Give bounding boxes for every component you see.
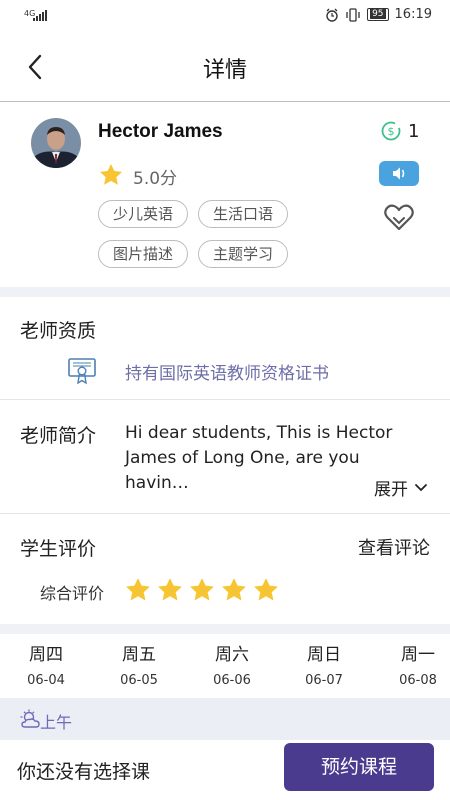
audio-play-button[interactable] [379, 161, 419, 186]
star-icon [190, 578, 214, 601]
star-icon [126, 578, 150, 601]
vibrate-icon [346, 7, 360, 22]
rating-score: 5.0分 [133, 169, 178, 189]
date-tab-friday[interactable]: 周五 06-05 [104, 640, 174, 688]
star-icon [254, 578, 278, 601]
speaker-icon [393, 167, 405, 180]
morning-section: 上午 [0, 698, 450, 740]
period-label: 上午 [40, 713, 73, 732]
teacher-profile: Hector James 5.0分 少儿英语 生活口语 图片描述 主题学习 $ … [0, 103, 450, 287]
book-course-button[interactable]: 预约课程 [284, 743, 434, 791]
selection-status: 你还没有选择课 [17, 761, 151, 783]
status-bar: 4G 95 16:19 [0, 0, 450, 32]
alarm-icon [326, 8, 338, 22]
overall-rating-label: 综合评价 [40, 584, 105, 603]
battery-icon: 95 [367, 8, 389, 21]
certificate-icon [68, 358, 96, 385]
coin-icon: $ [381, 121, 401, 141]
svg-text:$: $ [388, 125, 395, 138]
view-reviews-link[interactable]: 查看评论 [358, 534, 430, 560]
coin-count: 1 [408, 121, 420, 142]
signal-icon [33, 10, 47, 21]
intro-line-1: Hi dear students, This is Hector [125, 423, 393, 443]
divider [0, 399, 450, 400]
star-icon [158, 578, 182, 601]
date-selector: 周四 06-04 周五 06-05 周六 06-06 周日 06-07 周一 0… [0, 640, 450, 698]
page-title: 详情 [202, 58, 247, 83]
divider [0, 513, 450, 514]
expand-label: 展开 [374, 480, 408, 500]
certificate-text: 持有国际英语教师资格证书 [125, 364, 329, 384]
date-tab-saturday[interactable]: 周六 06-06 [197, 640, 267, 688]
date-tab-sunday[interactable]: 周日 06-07 [289, 640, 359, 688]
star-icon [99, 163, 123, 185]
star-icon [222, 578, 246, 601]
section-gap [0, 624, 450, 634]
reviews-title: 学生评价 [20, 538, 97, 560]
tag-kids-english: 少儿英语 [98, 200, 188, 228]
avatar[interactable] [31, 118, 81, 168]
intro-title: 老师简介 [20, 425, 97, 447]
overall-rating-stars [124, 576, 280, 604]
teacher-name: Hector James [98, 121, 223, 142]
tag-picture-description: 图片描述 [98, 240, 188, 268]
tag-topic-learning: 主题学习 [198, 240, 288, 268]
tag-daily-speaking: 生活口语 [198, 200, 288, 228]
date-tab-monday[interactable]: 周一 06-08 [383, 640, 450, 688]
bottom-bar: 你还没有选择课 预约课程 [0, 740, 450, 800]
chevron-down-icon [415, 483, 427, 491]
qualification-title: 老师资质 [20, 320, 97, 342]
clock: 16:19 [394, 7, 432, 22]
heart-icon[interactable] [383, 202, 415, 232]
navigation-bar: 详情 [0, 32, 450, 102]
date-tab-thursday[interactable]: 周四 06-04 [11, 640, 81, 688]
section-gap [0, 287, 450, 297]
expand-button[interactable]: 展开 [374, 475, 428, 500]
